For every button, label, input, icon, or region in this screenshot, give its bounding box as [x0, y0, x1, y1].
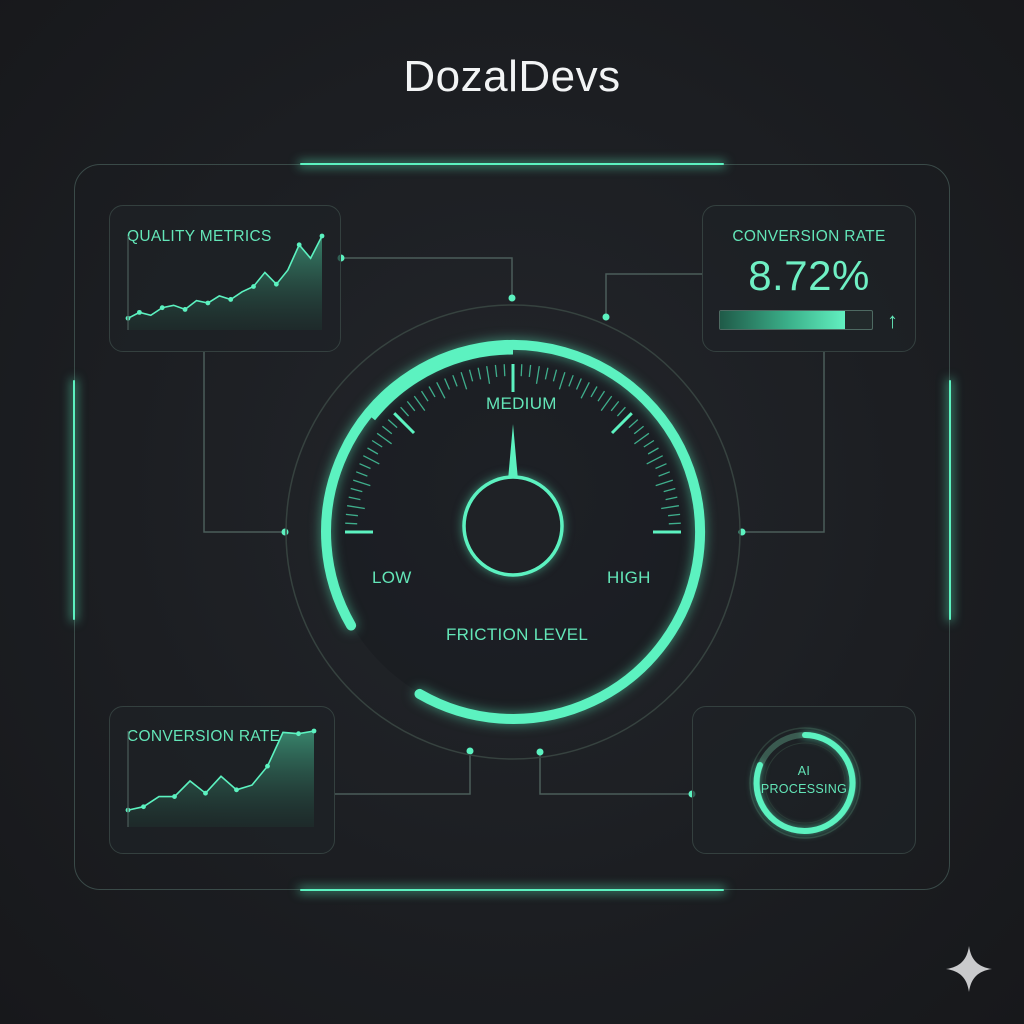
gauge-minor-tick [345, 522, 358, 525]
gauge-hub [462, 475, 564, 577]
gauge-label-high: HIGH [607, 568, 651, 587]
gauge-label-low: LOW [372, 568, 412, 587]
gauge-label-medium: MEDIUM [486, 394, 557, 413]
friction-gauge [285, 304, 741, 760]
sparkle-icon [946, 946, 992, 992]
gauge-caption: FRICTION LEVEL [446, 625, 589, 644]
gauge-minor-tick [668, 522, 681, 525]
dashboard-canvas: DozalDevs QUALITY METRICS CONVERSION RAT… [0, 0, 1024, 1024]
gauge-minor-tick [503, 364, 506, 377]
gauge-minor-tick [520, 364, 523, 377]
